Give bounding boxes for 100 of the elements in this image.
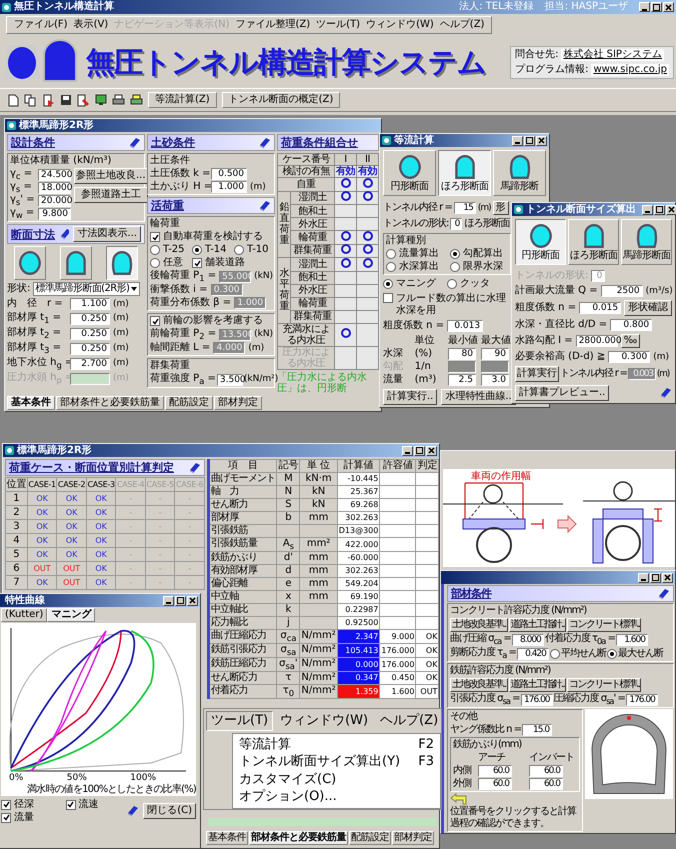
input-field[interactable]: 15.0 [522,724,552,736]
minimize-button[interactable] [512,136,523,146]
input-field[interactable]: 3.500 [216,374,243,386]
book-icon[interactable] [59,228,70,240]
input-field[interactable] [448,361,476,373]
input-field[interactable]: 2.700 [70,358,110,370]
input-field[interactable]: 0.250 [70,328,110,340]
input-field[interactable]: 90 [481,348,509,360]
input-field[interactable]: 0.250 [70,342,110,355]
maximize-button[interactable] [651,2,662,12]
input-field[interactable]: 1.000 [211,181,247,194]
menu-item[interactable]: ファイル(F) [11,19,71,31]
maximize-button[interactable] [175,596,186,606]
input-field[interactable]: 2500 [600,285,643,297]
radio-button[interactable] [386,262,396,272]
radio-button[interactable] [234,245,244,256]
menu-item[interactable]: トンネル断面サイズ算出(Y) F3 [233,753,440,771]
preview-button[interactable]: 計算書プレビュー.. [515,385,610,401]
input-field[interactable]: 2.5 [448,374,476,386]
radio-button[interactable] [450,262,460,272]
book-icon[interactable] [188,462,201,474]
menu-item[interactable]: ヘルプ(Z) [375,711,444,731]
book-icon[interactable] [128,136,141,149]
checkbox[interactable] [192,258,202,268]
document-arrow-icon[interactable] [42,94,55,106]
toolbar-button[interactable]: トンネル断面の概定(Z) [222,92,340,108]
close-button[interactable] [663,2,674,12]
standard-button[interactable]: コンクリート標準.. [567,618,642,632]
book-icon[interactable] [657,588,670,600]
input-field[interactable]: 0.420 [516,648,549,660]
input-field[interactable]: 176.00 [520,694,553,706]
checkbox[interactable] [150,232,160,242]
tab[interactable]: マニング [47,608,96,622]
tab[interactable]: (Kutter) [1,608,48,622]
menu-item[interactable]: ウィンドウ(W) [275,711,374,731]
tab[interactable]: 部材判定 [214,396,262,410]
shape-button[interactable]: ほろ形断面 [438,150,491,196]
input-field[interactable]: 24.500 [38,168,71,181]
reference-button[interactable]: 参照道路土工 [74,187,148,204]
minimize-button[interactable] [642,204,653,214]
close-button[interactable] [662,572,673,582]
input-field[interactable]: 0.250 [70,312,110,325]
copy-icon[interactable] [24,94,37,106]
checkbox[interactable] [1,800,11,810]
input-field[interactable]: 0.300 [608,351,650,363]
shape-button[interactable]: 馬蹄形断面 [621,219,672,265]
book-icon[interactable] [126,805,140,818]
maximize-button[interactable] [524,136,535,146]
menu-item[interactable]: ウィンドウ(W) [363,19,437,31]
checkbox[interactable] [66,800,76,810]
minimize-button[interactable] [402,446,413,456]
book-icon[interactable] [659,387,672,399]
tab[interactable]: 基本条件 [7,396,55,410]
shape-button[interactable]: 馬蹄形断 [493,150,546,196]
dimension-button[interactable]: 寸法図表示... [73,226,141,242]
toolbar-button[interactable]: 等流計算(Z) [148,92,217,108]
input-field[interactable]: 0.500 [211,168,247,180]
input-field[interactable]: 8.000 [512,634,544,646]
minimize-button[interactable] [638,572,649,582]
input-field[interactable]: 0.013 [447,320,484,332]
checkbox[interactable] [150,316,160,326]
minimize-button[interactable] [639,2,650,12]
input-field[interactable]: 15 [454,202,476,214]
tab[interactable]: 配筋設定 [165,396,213,410]
radio-button[interactable] [606,648,617,659]
input-field[interactable]: 0 [450,218,462,230]
action-button[interactable]: 計算実行.. [383,389,438,405]
contact-link[interactable]: 株式会社 SIPシステム [561,48,664,60]
tab[interactable]: 基本条件 [206,831,248,845]
close-button[interactable] [666,204,676,214]
radio-button[interactable] [150,245,160,256]
close-button[interactable]: 閉じる(C) [143,803,196,820]
standard-button[interactable]: 土地改良基準.. [450,618,508,632]
input-field[interactable]: 3.0 [481,374,509,386]
maximize-button[interactable] [650,572,661,582]
monitor-icon[interactable] [95,94,107,106]
standard-button[interactable]: コンクリート標準.. [567,678,642,692]
book-icon[interactable] [258,136,271,149]
standard-button[interactable]: 道路土工指針.. [508,678,566,692]
shape-button[interactable]: ほろ形断面 [568,219,619,265]
input-field[interactable]: 0.800 [610,319,652,331]
tab[interactable]: 部材判定 [392,831,434,845]
document-icon[interactable] [8,94,19,106]
tab[interactable]: 部材条件と必要鉄筋量 [249,831,348,845]
radio-button[interactable] [447,279,457,289]
book-icon[interactable] [258,200,271,212]
menu-item[interactable]: 等流計算 F2 [233,736,440,754]
shape-button[interactable]: 形 [492,201,509,215]
input-field[interactable]: 60.0 [478,778,512,790]
menu-item[interactable]: ファイル整理(Z) [232,19,314,31]
maximize-button[interactable] [414,446,425,456]
close-button[interactable] [426,446,437,456]
shape-button[interactable]: 円形断面 [383,150,436,196]
input-field[interactable]: 60.0 [529,765,563,778]
menu-item[interactable]: ツール(T) [313,19,364,31]
maximize-button[interactable] [654,204,665,214]
input-field[interactable] [481,361,509,373]
save-icon[interactable] [60,94,72,106]
printer-icon[interactable] [130,94,143,106]
menu-item[interactable]: 表示(V) [70,19,112,31]
